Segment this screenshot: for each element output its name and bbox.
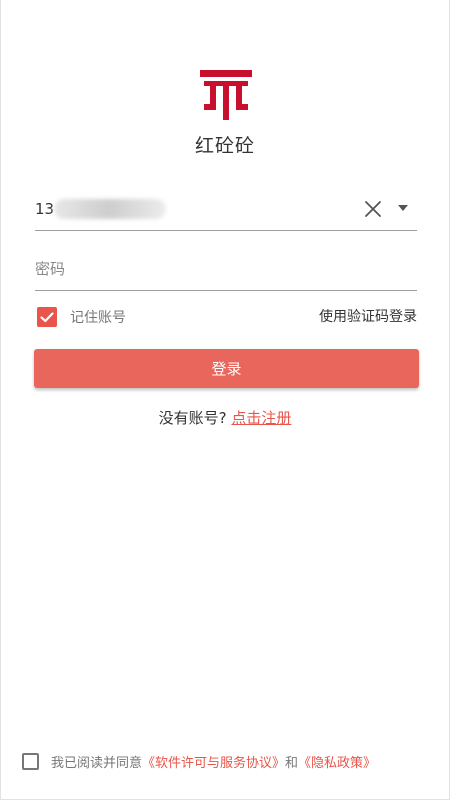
brand-logo-icon [200, 70, 252, 120]
sms-login-link[interactable]: 使用验证码登录 [319, 306, 417, 328]
register-row: 没有账号? 点击注册 [1, 407, 449, 428]
agreement-and: 和 [285, 755, 299, 771]
privacy-link[interactable]: 《隐私政策》 [298, 752, 376, 771]
terms-link[interactable]: 《软件许可与服务协议》 [142, 752, 285, 771]
password-field [35, 250, 417, 291]
register-link[interactable]: 点击注册 [231, 409, 291, 427]
agreement-checkbox[interactable] [22, 752, 39, 770]
phone-field [35, 190, 417, 231]
login-screen: 红砼砼 记住账号 使用验证码登录 登录 没有账号? 点击注册 我已阅读并同意 《… [0, 0, 450, 800]
app-name: 红砼砼 [194, 135, 255, 157]
remember-label: 记住账号 [70, 310, 126, 326]
register-prompt: 没有账号? [158, 409, 227, 427]
close-icon[interactable] [363, 199, 383, 219]
phone-input[interactable] [35, 190, 355, 228]
caret-down-icon[interactable] [397, 204, 409, 212]
remember-checkbox[interactable] [37, 307, 57, 327]
agreement-prefix: 我已阅读并同意 [51, 755, 143, 771]
checkmark-icon [40, 311, 54, 322]
agreement-row: 我已阅读并同意 《软件许可与服务协议》 和 《隐私政策》 [22, 750, 376, 772]
password-input[interactable] [35, 250, 415, 288]
remember-account-toggle[interactable]: 记住账号 [37, 306, 126, 328]
login-button[interactable]: 登录 [34, 349, 419, 388]
